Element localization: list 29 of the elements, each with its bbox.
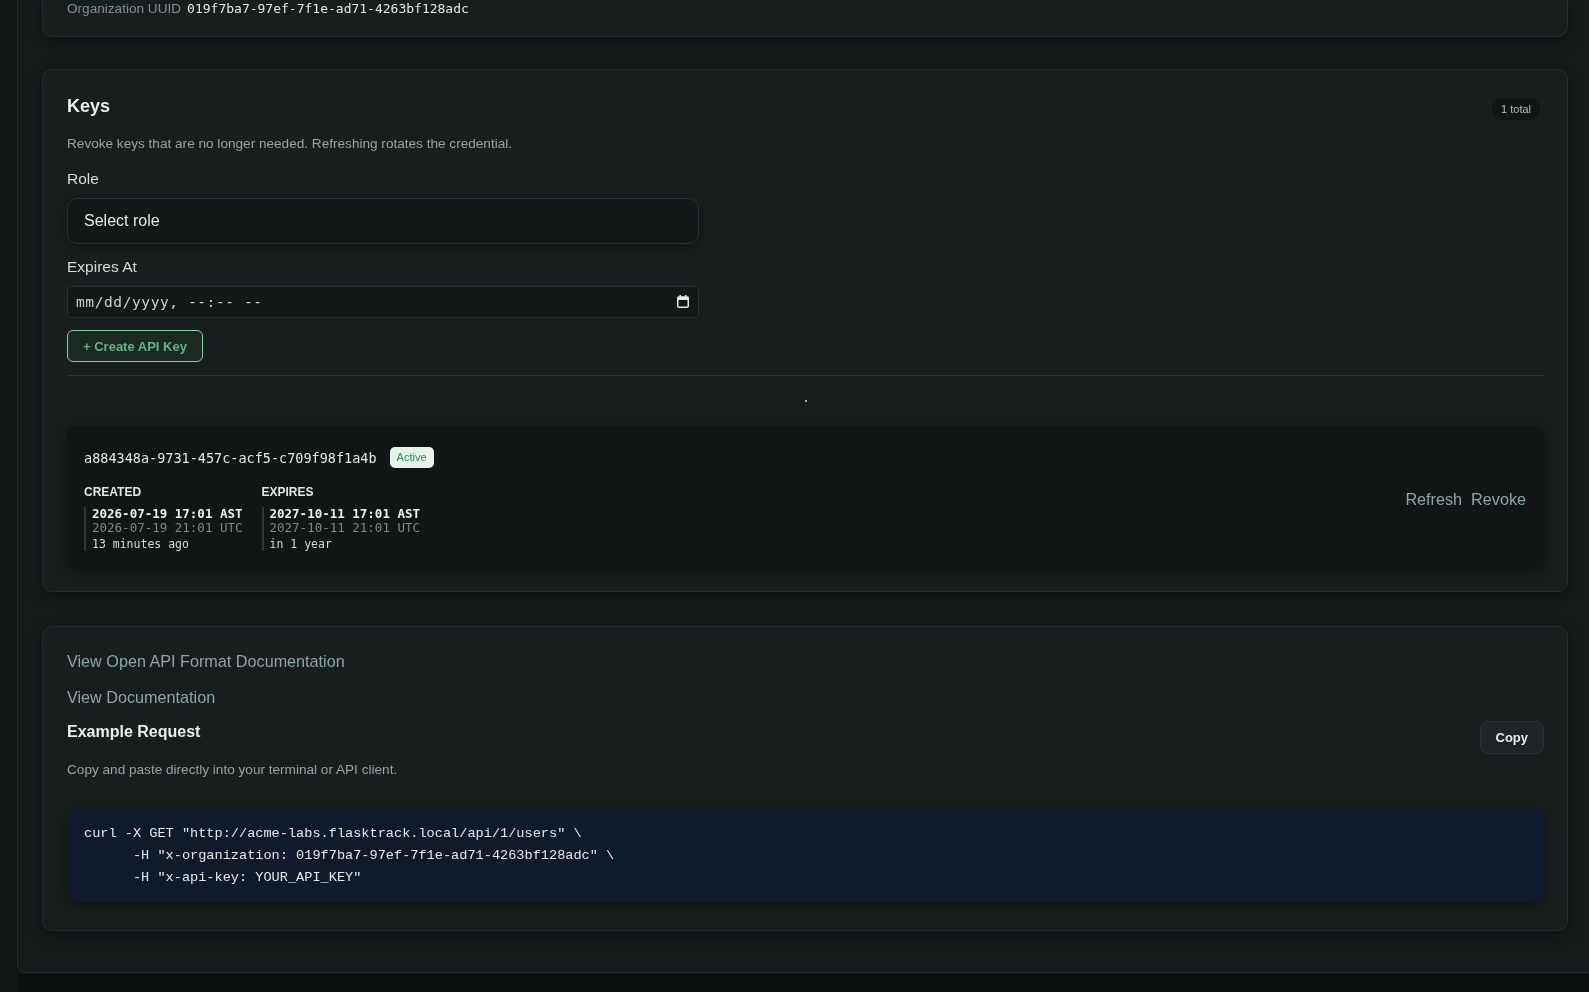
calendar-icon[interactable] xyxy=(677,295,689,308)
date-time-field[interactable]: mm/dd/yyyy, --:-- -- xyxy=(67,286,699,318)
organization-uuid: 019f7ba7-97ef-7f1e-ad71-4263bf128adc xyxy=(187,1,469,16)
documentation-link[interactable]: View Documentation xyxy=(67,687,216,707)
section-title: Keys xyxy=(67,95,111,118)
create-api-key-button[interactable]: + Create API Key xyxy=(67,330,203,362)
relative-time: in 1 year xyxy=(269,537,333,551)
code-block: curl -X GET "http://acme-labs.flasktrack.local/api/1/users" \ -H "x-organization: 019f7ba7-97ef-7f1e-ad71-4263bf128adc" \ -H "x-api-key: YOUR_API_KEY" xyxy=(67,809,1544,902)
utc-time: 2026-07-19 21:01 UTC xyxy=(92,521,243,535)
documentation-link[interactable]: View Open API Format Documentation xyxy=(67,651,345,671)
date-label: CREATED xyxy=(84,485,143,499)
role-select[interactable]: Select role xyxy=(67,198,699,244)
status-badge: Active xyxy=(389,447,434,468)
field-label: Expires At xyxy=(67,257,137,277)
copy-button[interactable]: Copy xyxy=(1479,721,1544,754)
field-label: Organization UUID xyxy=(67,1,182,16)
example-description: Copy and paste directly into your terminal or API client. xyxy=(67,761,398,779)
count-badge: 1 total xyxy=(1492,97,1540,120)
date-label: EXPIRES xyxy=(261,485,315,499)
key-action-button[interactable]: Refresh xyxy=(1405,489,1463,509)
key-action-button[interactable]: Revoke xyxy=(1471,489,1526,509)
field-label: Role xyxy=(67,169,99,189)
api-key-id: a884348a-9731-457c-acf5-c709f98f1a4b xyxy=(84,449,377,466)
section-description: Revoke keys that are no longer needed. Refreshing rotates the credential. xyxy=(67,135,513,153)
local-time: 2026-07-19 17:01 AST xyxy=(92,507,243,521)
utc-time: 2027-10-11 21:01 UTC xyxy=(269,521,421,535)
relative-time: 13 minutes ago xyxy=(92,537,190,551)
local-time: 2027-10-11 17:01 AST xyxy=(269,507,421,521)
example-title: Example Request xyxy=(67,722,201,742)
